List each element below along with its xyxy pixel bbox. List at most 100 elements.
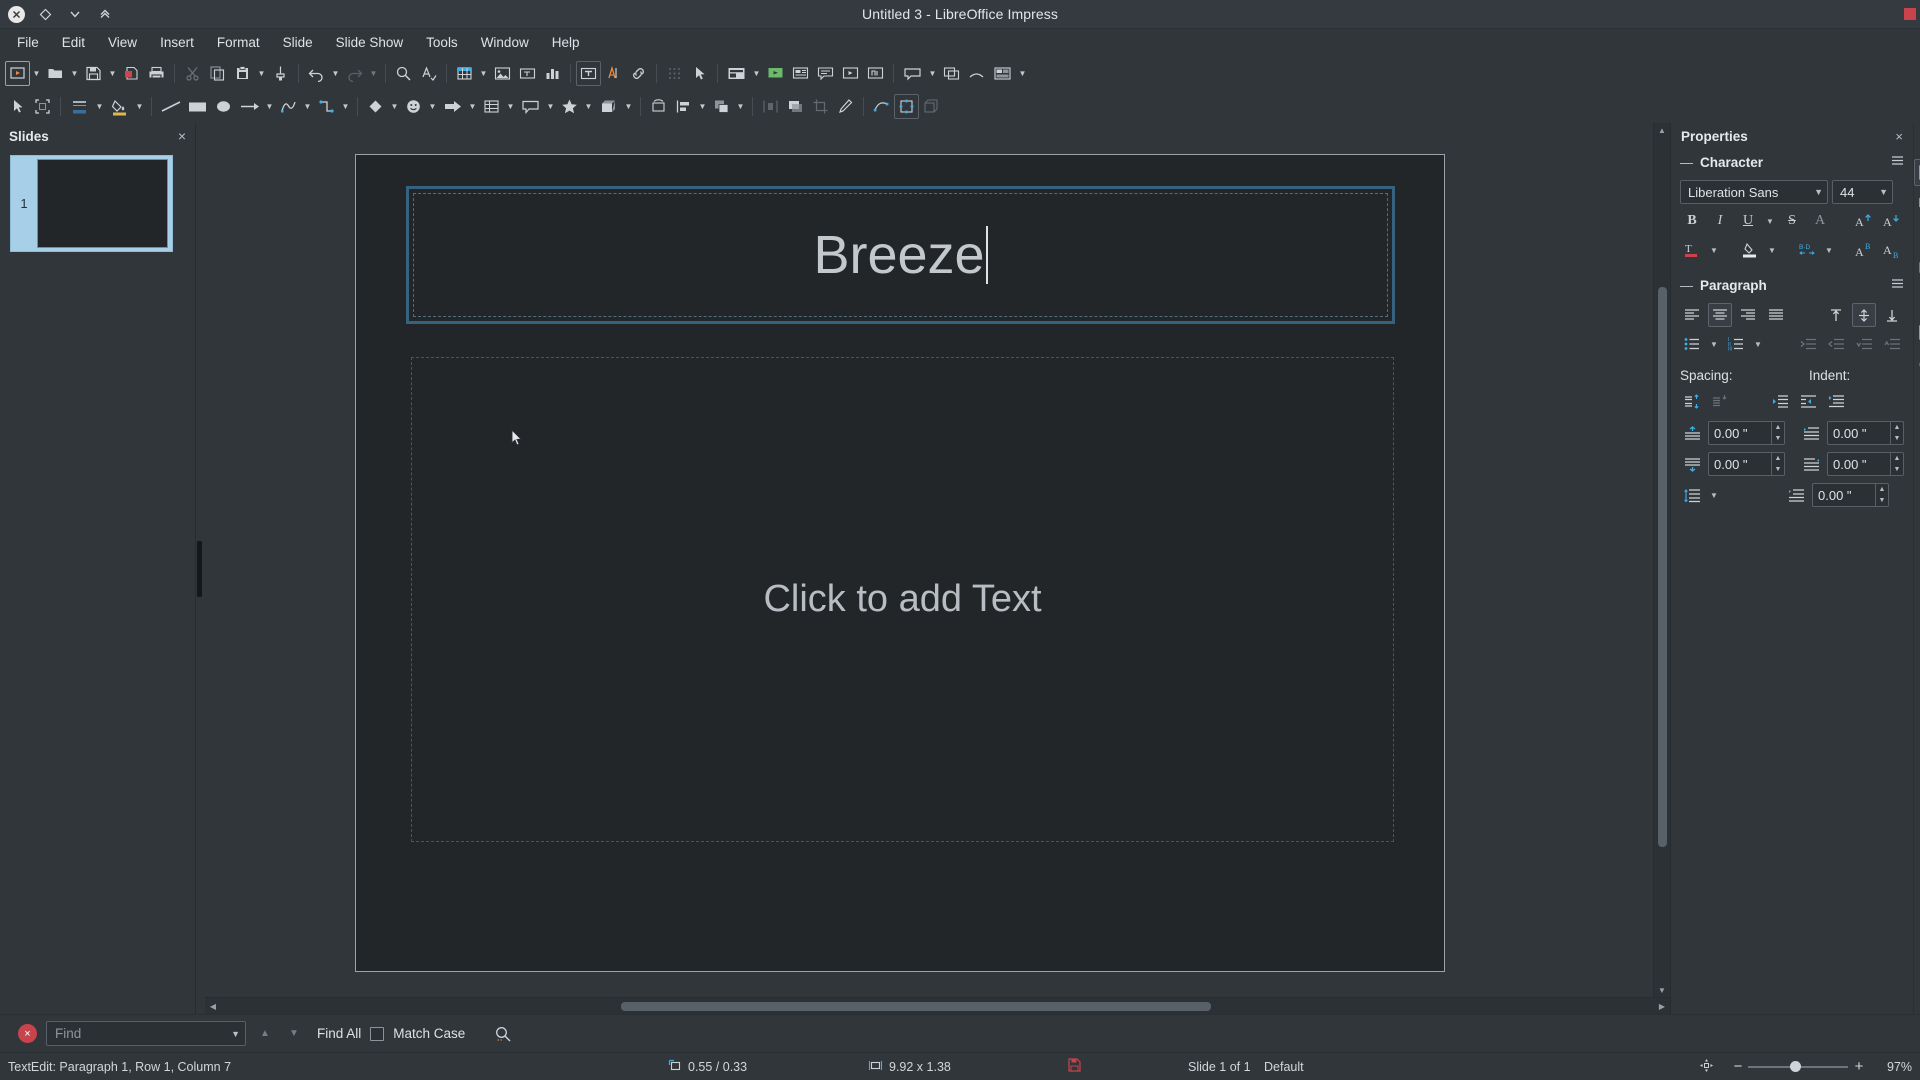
demote-outline-button[interactable] xyxy=(1796,332,1820,356)
hamburger-icon[interactable] xyxy=(1891,276,1904,294)
indent-after-value[interactable]: 0.00 " xyxy=(1827,452,1890,476)
spacing-above-value[interactable]: 0.00 " xyxy=(1708,421,1771,445)
layout-gallery-dropdown-chevron-down-icon[interactable]: ▼ xyxy=(1016,61,1029,86)
curves-dropdown-chevron-down-icon[interactable]: ▼ xyxy=(301,94,314,119)
menu-insert[interactable]: Insert xyxy=(149,32,205,53)
chevron-down-icon[interactable]: ▼ xyxy=(1814,187,1823,197)
properties-deck-icon[interactable] xyxy=(1914,159,1920,186)
close-icon[interactable]: × xyxy=(1895,129,1903,144)
font-color-dropdown-chevron-down-icon[interactable]: ▼ xyxy=(1708,238,1720,262)
ellipse-icon[interactable] xyxy=(211,94,236,119)
pdf-export-icon[interactable] xyxy=(119,61,144,86)
zoom-out-button[interactable]: − xyxy=(1728,1058,1748,1075)
comment-icon[interactable] xyxy=(813,61,838,86)
3d-objects-dropdown-chevron-down-icon[interactable]: ▼ xyxy=(622,94,635,119)
arrow-line-icon[interactable] xyxy=(236,94,263,119)
magnifier-icon[interactable] xyxy=(490,1021,515,1046)
connector-icon[interactable] xyxy=(314,94,339,119)
menu-help[interactable]: Help xyxy=(541,32,591,53)
diamond-icon[interactable] xyxy=(35,4,55,24)
zoom-slider[interactable] xyxy=(1748,1060,1848,1074)
character-section-header[interactable]: — Character xyxy=(1680,149,1904,175)
increase-indent-button[interactable] xyxy=(1768,389,1792,413)
zoom-slider-handle[interactable] xyxy=(1790,1061,1801,1072)
line-spacing-button[interactable] xyxy=(1680,483,1704,507)
cursor-arrow-icon[interactable] xyxy=(687,61,712,86)
stepper-down-icon[interactable]: ▼ xyxy=(1876,495,1888,506)
match-case-checkbox[interactable] xyxy=(370,1027,384,1041)
diamond-shape-icon[interactable] xyxy=(363,94,388,119)
folder-open-icon[interactable] xyxy=(43,61,68,86)
open-dropdown-chevron-down-icon[interactable]: ▼ xyxy=(68,61,81,86)
undo-arrow-icon[interactable] xyxy=(304,61,329,86)
stepper-down-icon[interactable]: ▼ xyxy=(1891,464,1903,475)
horizontal-scroll-thumb[interactable] xyxy=(621,1002,1211,1011)
line-spacing-dropdown-chevron-down-icon[interactable]: ▼ xyxy=(1708,483,1720,507)
scroll-down-icon[interactable]: ▼ xyxy=(1658,983,1666,997)
screen-play-icon[interactable] xyxy=(763,61,788,86)
scroll-right-icon[interactable]: ▶ xyxy=(1654,1002,1670,1011)
italic-button[interactable]: I xyxy=(1708,209,1732,233)
highlight-color-button[interactable] xyxy=(1738,238,1762,262)
stepper-up-icon[interactable]: ▲ xyxy=(1772,453,1784,464)
indent-before-stepper[interactable]: ▲ ▼ xyxy=(1890,421,1904,445)
menu-edit[interactable]: Edit xyxy=(51,32,96,53)
bold-button[interactable]: B xyxy=(1680,209,1704,233)
numbered-list-dropdown-chevron-down-icon[interactable]: ▼ xyxy=(1752,332,1764,356)
fill-color-dropdown-chevron-down-icon[interactable]: ▼ xyxy=(133,94,146,119)
fontwork-icon[interactable] xyxy=(601,61,626,86)
callout-shapes-dropdown-chevron-down-icon[interactable]: ▼ xyxy=(544,94,557,119)
zoom-in-button[interactable]: + xyxy=(1848,1058,1870,1075)
block-arrows-dropdown-chevron-down-icon[interactable]: ▼ xyxy=(466,94,479,119)
move-down-button[interactable] xyxy=(1852,332,1876,356)
bar-chart-icon[interactable] xyxy=(540,61,565,86)
gallery-icon[interactable] xyxy=(1914,319,1920,346)
floppy-disk-icon[interactable] xyxy=(81,61,106,86)
align-right-button[interactable] xyxy=(1736,303,1760,327)
slide-edit-area[interactable]: Breeze Click to add Text xyxy=(205,123,1653,997)
table-dropdown-chevron-down-icon[interactable]: ▼ xyxy=(477,61,490,86)
move-up-button[interactable] xyxy=(1880,332,1904,356)
menu-view[interactable]: View xyxy=(97,32,148,53)
new-dropdown-chevron-down-icon[interactable]: ▼ xyxy=(30,61,43,86)
smiley-icon[interactable] xyxy=(401,94,426,119)
content-placeholder[interactable]: Click to add Text xyxy=(411,357,1394,842)
hyperlink-icon[interactable] xyxy=(626,61,651,86)
stepper-up-icon[interactable]: ▲ xyxy=(1891,453,1903,464)
redo-dropdown-chevron-down-icon[interactable]: ▼ xyxy=(367,61,380,86)
indent-first-line-spinner[interactable]: 0.00 " ▲ ▼ xyxy=(1812,483,1889,507)
stepper-down-icon[interactable]: ▼ xyxy=(1772,464,1784,475)
scissors-icon[interactable] xyxy=(180,61,205,86)
paragraph-section-header[interactable]: — Paragraph xyxy=(1680,272,1904,298)
arrange-icon[interactable] xyxy=(709,94,734,119)
superscript-button[interactable]: AB xyxy=(1852,238,1876,262)
indent-before-spinner[interactable]: 0.00 " ▲ ▼ xyxy=(1827,421,1904,445)
align-left-button[interactable] xyxy=(1680,303,1704,327)
extrusion-icon[interactable] xyxy=(919,94,944,119)
fit-slide-icon[interactable] xyxy=(1699,1058,1714,1076)
stepper-up-icon[interactable]: ▲ xyxy=(1772,422,1784,433)
image-icon[interactable] xyxy=(490,61,515,86)
save-dropdown-chevron-down-icon[interactable]: ▼ xyxy=(106,61,119,86)
spacing-below-value[interactable]: 0.00 " xyxy=(1708,452,1771,476)
unsaved-document-icon[interactable] xyxy=(1068,1058,1081,1075)
title-placeholder-text[interactable]: Breeze xyxy=(813,224,984,286)
shadow-icon[interactable] xyxy=(783,94,808,119)
indent-first-line-value[interactable]: 0.00 " xyxy=(1812,483,1875,507)
slide-transition-icon[interactable] xyxy=(1914,191,1920,218)
flowchart-icon[interactable] xyxy=(479,94,504,119)
align-center-button[interactable] xyxy=(1708,303,1732,327)
bullet-list-button[interactable] xyxy=(1680,332,1704,356)
printer-icon[interactable] xyxy=(144,61,169,86)
cursor-arrow-icon[interactable] xyxy=(5,94,30,119)
decrease-font-size-button[interactable]: A xyxy=(1880,209,1904,233)
redo-arrow-icon[interactable] xyxy=(342,61,367,86)
zoom-rect-icon[interactable] xyxy=(30,94,55,119)
promote-outline-button[interactable] xyxy=(1824,332,1848,356)
numbered-list-button[interactable]: IIIIII xyxy=(1724,332,1748,356)
callout-shape-icon[interactable] xyxy=(517,94,544,119)
sidebar-settings-icon[interactable] xyxy=(1914,127,1920,154)
find-next-button[interactable]: ▼ xyxy=(284,1022,304,1046)
title-placeholder[interactable]: Breeze xyxy=(406,186,1395,324)
chevron-down-icon[interactable]: ▼ xyxy=(231,1029,240,1039)
